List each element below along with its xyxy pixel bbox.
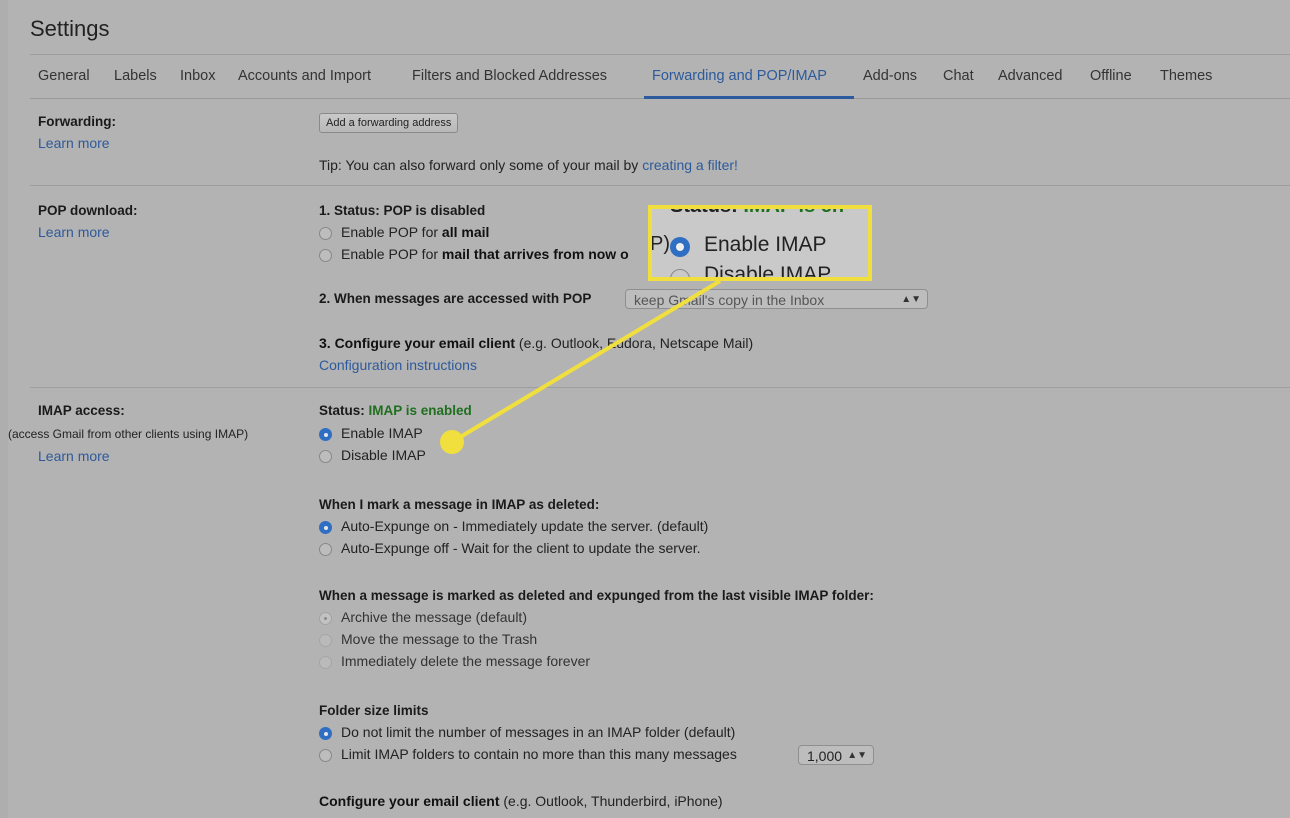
add-forwarding-address-button[interactable]: Add a forwarding address <box>319 113 459 133</box>
pop-opt2-bold: mail that arrives from now o <box>441 246 629 262</box>
settings-tabs: General Labels Inbox Accounts and Import… <box>30 60 1290 99</box>
trash-label: Move the message to the Trash <box>341 631 538 647</box>
pop-opt2-prefix: Enable POP for <box>341 246 442 262</box>
imap-deleted-heading: When I mark a message in IMAP as deleted… <box>319 497 600 512</box>
imap-client-rest: (e.g. Outlook, Thunderbird, iPhone) <box>499 793 723 809</box>
imap-learn-more-link[interactable]: Learn more <box>38 448 110 464</box>
title-divider <box>30 54 1290 55</box>
creating-filter-link[interactable]: creating a filter! <box>642 157 738 173</box>
tab-advanced[interactable]: Advanced <box>998 68 1063 84</box>
tab-offline[interactable]: Offline <box>1090 68 1132 84</box>
imap-expunged-heading: When a message is marked as deleted and … <box>319 588 874 603</box>
pop-configure-rest: (e.g. Outlook, Eudora, Netscape Mail) <box>515 335 754 351</box>
tab-add-ons[interactable]: Add-ons <box>863 68 917 84</box>
archive-label: Archive the message (default) <box>341 609 527 625</box>
tab-themes[interactable]: Themes <box>1160 68 1212 84</box>
tip-text: Tip: You can also forward only some of y… <box>319 157 643 173</box>
tab-forwarding-pop-imap[interactable]: Forwarding and POP/IMAP <box>652 68 827 84</box>
limit-value-select[interactable]: 1,000 ▲▼ <box>798 745 874 765</box>
limit-label: Limit IMAP folders to contain no more th… <box>341 746 737 762</box>
pop-access-select-value: keep Gmail's copy in the Inbox <box>634 292 825 308</box>
enable-imap-radio[interactable] <box>319 428 332 441</box>
tab-chat[interactable]: Chat <box>943 68 974 84</box>
no-limit-radio[interactable] <box>319 727 332 740</box>
select-arrows-icon: ▲▼ <box>847 750 867 761</box>
section-divider <box>30 387 1290 388</box>
pop-learn-more-link[interactable]: Learn more <box>38 224 110 240</box>
limit-radio[interactable] <box>319 749 332 762</box>
pop-status: 1. Status: POP is disabled <box>319 203 486 218</box>
select-arrows-icon: ▲▼ <box>901 294 921 305</box>
imap-status-prefix: Status: <box>319 403 369 418</box>
delete-forever-label: Immediately delete the message forever <box>341 653 591 669</box>
pop-all-mail-radio[interactable] <box>319 227 332 240</box>
zoom-callout: Status: IMAP is en P) Enable IMAP Disabl… <box>648 205 872 281</box>
archive-radio[interactable] <box>319 612 332 625</box>
section-divider <box>30 185 1290 186</box>
enable-imap-label: Enable IMAP <box>341 425 423 441</box>
imap-configure-client: Configure your email client (e.g. Outloo… <box>319 793 723 809</box>
expunge-off-radio[interactable] <box>319 543 332 556</box>
imap-status: Status: IMAP is enabled <box>319 403 472 418</box>
expunge-off-label: Auto-Expunge off - Wait for the client t… <box>341 540 701 556</box>
callout-paren: P) <box>650 233 670 255</box>
callout-enable-label: Enable IMAP <box>704 233 827 256</box>
settings-page: Settings General Labels Inbox Accounts a… <box>8 0 1290 818</box>
callout-status-prefix: Status: <box>670 205 744 217</box>
disable-imap-radio[interactable] <box>319 450 332 463</box>
disable-imap-label: Disable IMAP <box>341 447 426 463</box>
trash-radio[interactable] <box>319 634 332 647</box>
no-limit-label: Do not limit the number of messages in a… <box>341 724 736 740</box>
expunge-on-label: Auto-Expunge on - Immediately update the… <box>341 518 709 534</box>
pop-opt1-prefix: Enable POP for <box>341 224 442 240</box>
limit-value: 1,000 <box>807 748 843 764</box>
pop-access-select[interactable]: keep Gmail's copy in the Inbox ▲▼ <box>625 289 928 309</box>
tab-accounts-and-import[interactable]: Accounts and Import <box>238 68 371 84</box>
pop-heading: POP download: <box>38 203 138 218</box>
tab-labels[interactable]: Labels <box>114 68 157 84</box>
pop-configure-bold: 3. Configure your email client <box>319 335 516 351</box>
imap-heading: IMAP access: <box>38 403 125 418</box>
delete-forever-radio[interactable] <box>319 656 332 669</box>
forwarding-heading: Forwarding: <box>38 114 116 129</box>
callout-status-text: Status: IMAP is en <box>670 205 845 218</box>
tab-inbox[interactable]: Inbox <box>180 68 215 84</box>
pop-from-now-radio[interactable] <box>319 249 332 262</box>
callout-disable-label: Disable IMAP <box>704 263 832 281</box>
tab-general[interactable]: General <box>38 68 90 84</box>
forwarding-tip: Tip: You can also forward only some of y… <box>319 157 738 173</box>
tab-filters[interactable]: Filters and Blocked Addresses <box>412 68 607 84</box>
folder-size-heading: Folder size limits <box>319 703 429 718</box>
callout-status-green: IMAP is en <box>743 205 845 217</box>
callout-disable-radio-icon <box>670 269 690 277</box>
forwarding-learn-more-link[interactable]: Learn more <box>38 135 110 151</box>
pop-all-mail-label: Enable POP for all mail <box>341 224 489 240</box>
pop-opt1-bold: all mail <box>441 224 490 240</box>
pop-from-now-label: Enable POP for mail that arrives from no… <box>341 246 629 262</box>
imap-subheading: (access Gmail from other clients using I… <box>8 427 249 441</box>
imap-client-bold: Configure your email client <box>319 793 500 809</box>
pop-configure: 3. Configure your email client (e.g. Out… <box>319 335 753 351</box>
pop-configuration-instructions-link[interactable]: Configuration instructions <box>319 357 477 373</box>
expunge-on-radio[interactable] <box>319 521 332 534</box>
imap-status-value: IMAP is enabled <box>368 403 472 418</box>
pop-access-label: 2. When messages are accessed with POP <box>319 291 592 306</box>
active-tab-indicator <box>644 96 854 99</box>
callout-enable-radio-icon <box>670 237 690 257</box>
page-title: Settings <box>30 16 110 41</box>
